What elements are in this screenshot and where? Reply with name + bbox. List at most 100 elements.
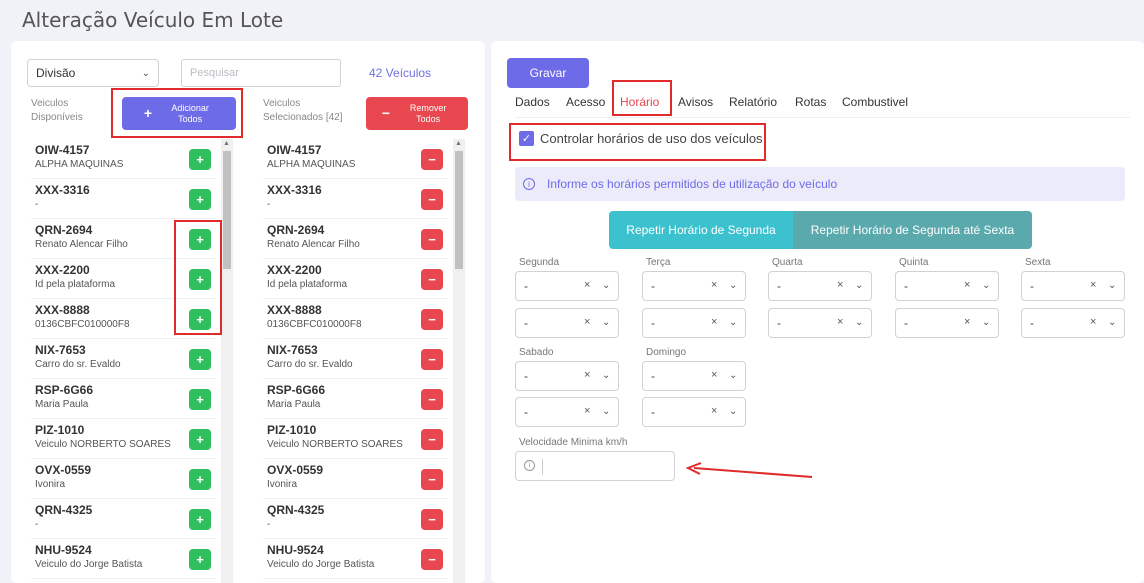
time-select[interactable]: - × ⌄ (642, 361, 746, 391)
time-select[interactable]: - × ⌄ (895, 308, 999, 338)
time-select-value: - (524, 405, 528, 419)
chevron-down-icon[interactable]: ⌄ (855, 280, 863, 291)
remove-vehicle-button[interactable]: − (421, 389, 443, 410)
chevron-down-icon[interactable]: ⌄ (602, 370, 610, 381)
chevron-down-icon[interactable]: ⌄ (729, 280, 737, 291)
remove-vehicle-button[interactable]: − (421, 349, 443, 370)
close-icon[interactable]: × (711, 279, 717, 291)
time-select-value: - (904, 316, 908, 330)
close-icon[interactable]: × (584, 279, 590, 291)
add-vehicle-button[interactable]: + (189, 229, 211, 250)
time-select[interactable]: - × ⌄ (515, 397, 619, 427)
close-icon[interactable]: × (584, 316, 590, 328)
chevron-down-icon[interactable]: ⌄ (982, 280, 990, 291)
time-select[interactable]: - × ⌄ (768, 271, 872, 301)
chevron-down-icon[interactable]: ⌄ (729, 370, 737, 381)
vehicle-description: Veiculo NORBERTO SOARES (35, 439, 171, 450)
close-icon[interactable]: × (964, 316, 970, 328)
close-icon[interactable]: × (964, 279, 970, 291)
close-icon[interactable]: × (584, 369, 590, 381)
info-icon: i (524, 460, 535, 471)
remove-vehicle-button[interactable]: − (421, 149, 443, 170)
add-vehicle-button[interactable]: + (189, 349, 211, 370)
chevron-down-icon[interactable]: ⌄ (982, 317, 990, 328)
chevron-down-icon[interactable]: ⌄ (1108, 317, 1116, 328)
add-vehicle-button[interactable]: + (189, 509, 211, 530)
selected-scrollbar[interactable]: ▲ (453, 139, 465, 583)
chevron-down-icon[interactable]: ⌄ (855, 317, 863, 328)
remove-all-label: Remover Todos (409, 102, 447, 124)
tab-combustivel[interactable]: Combustivel (842, 95, 908, 109)
time-select[interactable]: - × ⌄ (1021, 308, 1125, 338)
remove-vehicle-button[interactable]: − (421, 309, 443, 330)
chevron-down-icon[interactable]: ⌄ (1108, 280, 1116, 291)
close-icon[interactable]: × (711, 316, 717, 328)
repeat-mon-fri-button[interactable]: Repetir Horário de Segunda até Sexta (793, 211, 1032, 249)
search-input[interactable]: Pesquisar (181, 59, 341, 87)
vehicle-description: Id pela plataforma (35, 279, 116, 290)
chevron-down-icon[interactable]: ⌄ (729, 317, 737, 328)
add-all-button[interactable]: + Adicionar Todos (122, 97, 236, 130)
tab-acesso[interactable]: Acesso (566, 95, 605, 109)
time-select[interactable]: - × ⌄ (642, 271, 746, 301)
tab-relatorio[interactable]: Relatório (729, 95, 777, 109)
time-select[interactable]: - × ⌄ (768, 308, 872, 338)
time-select[interactable]: - × ⌄ (642, 308, 746, 338)
remove-vehicle-button[interactable]: − (421, 229, 443, 250)
scroll-thumb[interactable] (223, 151, 231, 269)
close-icon[interactable]: × (711, 369, 717, 381)
remove-vehicle-button[interactable]: − (421, 509, 443, 530)
vehicle-description: Id pela plataforma (267, 279, 348, 290)
min-speed-input[interactable]: i (515, 451, 675, 481)
close-icon[interactable]: × (584, 405, 590, 417)
min-speed-label: Velocidade Minima km/h (519, 437, 628, 448)
add-vehicle-button[interactable]: + (189, 389, 211, 410)
repeat-monday-button[interactable]: Repetir Horário de Segunda (609, 211, 793, 249)
close-icon[interactable]: × (1090, 316, 1096, 328)
add-vehicle-button[interactable]: + (189, 549, 211, 570)
tab-horario[interactable]: Horário (620, 95, 660, 116)
time-select-value: - (1030, 316, 1034, 330)
chevron-down-icon[interactable]: ⌄ (602, 317, 610, 328)
vehicle-row: RSP-6G66 Maria Paula + (31, 379, 215, 419)
time-select[interactable]: - × ⌄ (642, 397, 746, 427)
available-scrollbar[interactable]: ▲ (221, 139, 233, 583)
check-icon[interactable]: ✓ (519, 131, 534, 146)
add-vehicle-button[interactable]: + (189, 189, 211, 210)
add-vehicle-button[interactable]: + (189, 269, 211, 290)
chevron-down-icon[interactable]: ⌄ (602, 280, 610, 291)
vehicle-plate: QRN-4325 (35, 503, 93, 517)
close-icon[interactable]: × (837, 279, 843, 291)
add-vehicle-button[interactable]: + (189, 309, 211, 330)
chevron-down-icon[interactable]: ⌄ (602, 406, 610, 417)
save-button[interactable]: Gravar (507, 58, 589, 88)
remove-vehicle-button[interactable]: − (421, 549, 443, 570)
add-vehicle-button[interactable]: + (189, 149, 211, 170)
add-vehicle-button[interactable]: + (189, 429, 211, 450)
time-select-value: - (651, 316, 655, 330)
time-select[interactable]: - × ⌄ (895, 271, 999, 301)
remove-vehicle-button[interactable]: − (421, 429, 443, 450)
remove-vehicle-button[interactable]: − (421, 189, 443, 210)
time-select[interactable]: - × ⌄ (1021, 271, 1125, 301)
tab-dados[interactable]: Dados (515, 95, 550, 109)
add-vehicle-button[interactable]: + (189, 469, 211, 490)
vehicle-description: 0136CBFC010000F8 (35, 319, 130, 330)
time-select-value: - (524, 279, 528, 293)
remove-vehicle-button[interactable]: − (421, 469, 443, 490)
time-select[interactable]: - × ⌄ (515, 271, 619, 301)
chevron-down-icon[interactable]: ⌄ (729, 406, 737, 417)
scroll-thumb[interactable] (455, 151, 463, 269)
control-hours-checkbox[interactable]: ✓ Controlar horários de uso dos veículos (519, 131, 763, 146)
division-select[interactable]: Divisão ⌄ (27, 59, 159, 87)
remove-all-button[interactable]: − Remover Todos (366, 97, 468, 130)
remove-vehicle-button[interactable]: − (421, 269, 443, 290)
tab-rotas[interactable]: Rotas (795, 95, 826, 109)
close-icon[interactable]: × (837, 316, 843, 328)
vehicle-plate: XXX-2200 (35, 263, 90, 277)
time-select[interactable]: - × ⌄ (515, 308, 619, 338)
time-select[interactable]: - × ⌄ (515, 361, 619, 391)
close-icon[interactable]: × (711, 405, 717, 417)
tab-avisos[interactable]: Avisos (678, 95, 713, 109)
close-icon[interactable]: × (1090, 279, 1096, 291)
